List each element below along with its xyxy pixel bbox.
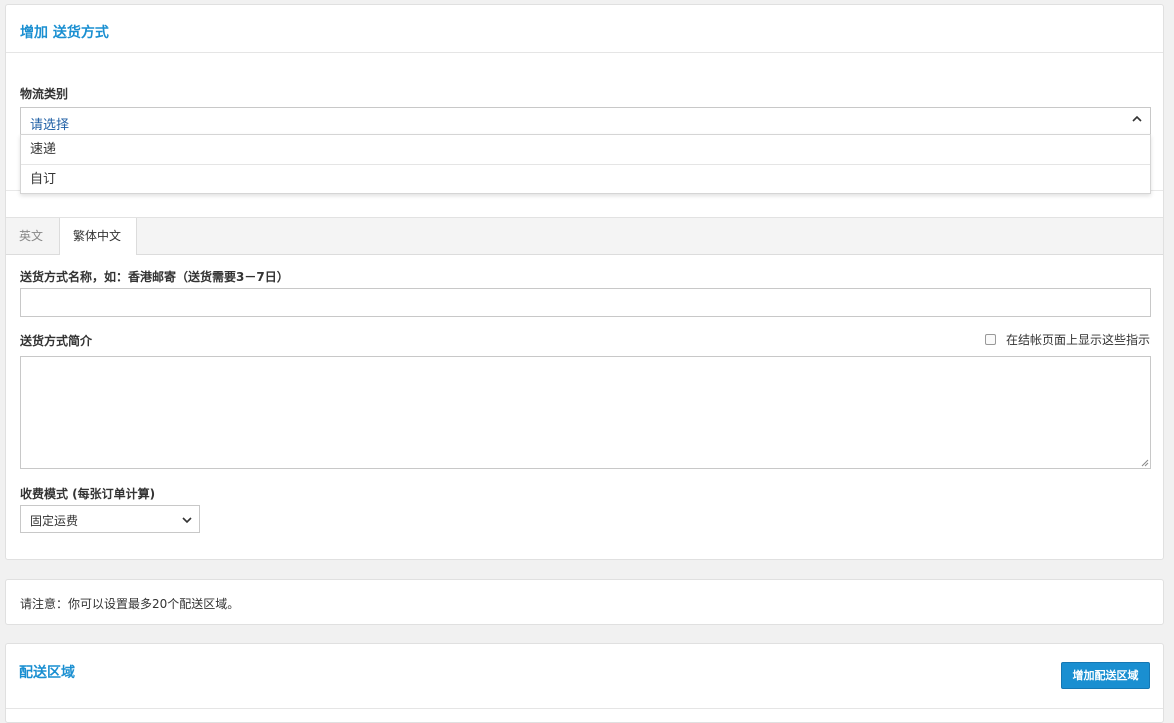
dropdown-option-express[interactable]: 速递 — [21, 135, 1150, 164]
logistics-category-select[interactable]: 请选择 — [20, 107, 1151, 135]
page-title: 增加 送货方式 — [20, 25, 109, 41]
logistics-category-label: 物流类别 — [20, 87, 69, 101]
divider — [6, 708, 1163, 709]
chevron-down-icon — [182, 517, 192, 524]
add-zone-button[interactable]: 增加配送区域 — [1061, 662, 1150, 689]
show-on-checkout-option[interactable]: 在结帐页面上显示这些指示 — [984, 331, 1150, 348]
dropdown-option-custom[interactable]: 自订 — [21, 164, 1150, 194]
tab-english[interactable]: 英文 — [6, 218, 56, 254]
chevron-up-icon — [1132, 115, 1142, 122]
tab-traditional-chinese[interactable]: 繁体中文 — [59, 218, 137, 255]
zones-title: 配送区域 — [19, 665, 75, 681]
shipping-name-label: 送货方式名称，如：香港邮寄（送货需要3－7日） — [20, 270, 289, 284]
logistics-category-dropdown: 速递 自订 — [20, 134, 1151, 194]
shipping-zones-panel: 配送区域 增加配送区域 — [5, 643, 1164, 723]
fee-mode-select[interactable]: 固定运费 — [20, 505, 200, 533]
show-on-checkout-checkbox[interactable] — [984, 334, 996, 345]
fee-mode-label: 收费模式 (每张订单计算) — [20, 487, 156, 501]
shipping-desc-textarea[interactable] — [20, 356, 1151, 469]
panel-header: 增加 送货方式 — [6, 5, 1163, 53]
language-tabs: 英文 繁体中文 — [6, 217, 1163, 255]
add-shipping-method-panel: 增加 送货方式 物流类别 请选择 速递 自订 英文 繁体中文 送货方式名称，如：… — [5, 4, 1164, 560]
shipping-name-input[interactable] — [20, 288, 1151, 317]
resize-handle-icon[interactable] — [1141, 459, 1149, 467]
logistics-category-value: 请选择 — [30, 118, 70, 133]
show-on-checkout-label: 在结帐页面上显示这些指示 — [1005, 333, 1150, 347]
fee-mode-value: 固定运费 — [30, 514, 79, 528]
notice-text: 请注意：你可以设置最多20个配送区域。 — [20, 597, 240, 611]
shipping-desc-label: 送货方式简介 — [20, 334, 93, 348]
notice-panel: 请注意：你可以设置最多20个配送区域。 — [5, 579, 1164, 625]
